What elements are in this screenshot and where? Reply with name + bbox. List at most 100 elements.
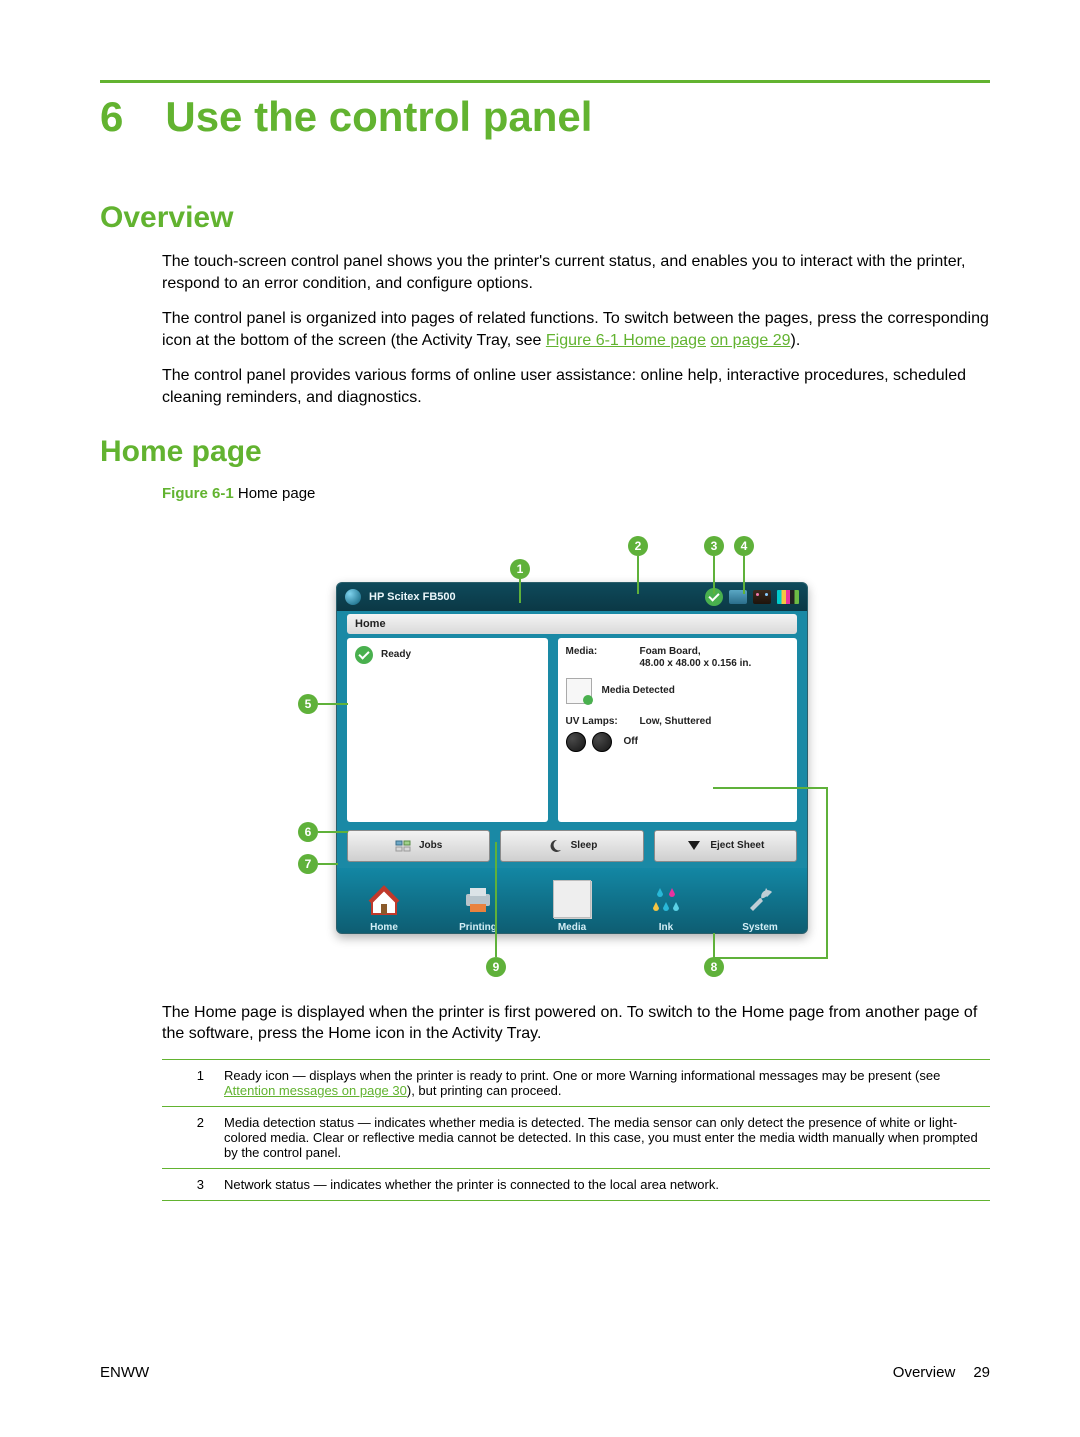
figure-label: Figure 6-1 (162, 485, 234, 502)
ready-text: Ready (381, 649, 411, 660)
media-detected-icon (566, 678, 592, 704)
page-footer: ENWW Overview 29 (100, 1364, 990, 1381)
sleep-label: Sleep (571, 840, 598, 851)
page: 6 Use the control panel Overview The tou… (0, 0, 1080, 1437)
jobs-icon (395, 838, 411, 854)
ink-icon (648, 882, 684, 918)
legend-1-b: ), but printing can proceed. (407, 1083, 562, 1098)
callout-8-line-v (713, 933, 715, 957)
callout-2-line (637, 556, 639, 594)
legend-text-1: Ready icon — displays when the printer i… (214, 1059, 990, 1106)
home-breadcrumb: Home (347, 614, 797, 634)
legend-1-a: Ready icon — displays when the printer i… (224, 1068, 940, 1083)
callout-8: 8 (704, 957, 724, 977)
media-row: Media: Foam Board, 48.00 x 48.00 x 0.156… (566, 646, 790, 670)
moon-icon (547, 838, 563, 854)
link-attention-messages[interactable]: Attention messages on page 30 (224, 1083, 407, 1098)
wrench-icon (742, 882, 778, 918)
panel-title: HP Scitex FB500 (369, 591, 456, 603)
callout-9: 9 (486, 957, 506, 977)
callout-8-line-v2 (826, 787, 828, 957)
footer-right: Overview 29 (893, 1364, 990, 1381)
page-number: 29 (973, 1364, 990, 1381)
link-figure-6-1[interactable]: Figure 6-1 Home page (546, 332, 706, 349)
overview-p2-b: ). (791, 332, 801, 349)
printhead-status-icon (753, 590, 771, 604)
control-panel-screenshot: HP Scitex FB500 Home Read (336, 582, 808, 934)
media-icon (553, 880, 591, 918)
legend-text-3: Network status — indicates whether the p… (214, 1168, 990, 1200)
tray-ink[interactable]: Ink (619, 868, 713, 934)
tray-media[interactable]: Media (525, 868, 619, 934)
uv-lamps: Off (566, 732, 790, 752)
figure-6-1: 1 2 3 4 5 6 7 8 9 (296, 522, 856, 982)
chapter-number: 6 (100, 93, 123, 141)
callout-3: 3 (704, 536, 724, 556)
overview-p1: The touch-screen control panel shows you… (162, 251, 990, 294)
after-figure-text: The Home page is displayed when the prin… (162, 1002, 990, 1045)
callout-9-line (495, 842, 497, 957)
overview-p3: The control panel provides various forms… (162, 365, 990, 408)
legend-idx-2: 2 (162, 1106, 214, 1168)
divider-top (100, 80, 990, 83)
eject-sheet-button[interactable]: Eject Sheet (654, 830, 797, 862)
eject-icon (686, 838, 702, 854)
ready-check-icon (355, 646, 373, 664)
chapter-heading: 6 Use the control panel (100, 93, 990, 141)
titlebar-status-icons (705, 588, 799, 606)
media-value-line1: Foam Board, (640, 646, 752, 658)
ink-level-icon (777, 590, 799, 604)
callout-6-line (318, 831, 348, 833)
jobs-label: Jobs (419, 840, 442, 851)
tray-printing[interactable]: Printing (431, 868, 525, 934)
section-overview-heading: Overview (100, 201, 990, 235)
media-label: Media: (566, 646, 630, 670)
media-value: Foam Board, 48.00 x 48.00 x 0.156 in. (640, 646, 752, 670)
tray-home[interactable]: Home (337, 868, 431, 934)
callout-7-line (318, 863, 338, 865)
tray-media-label: Media (558, 922, 586, 933)
legend-row-1: 1 Ready icon — displays when the printer… (162, 1059, 990, 1106)
footer-left: ENWW (100, 1364, 149, 1381)
callout-1: 1 (510, 559, 530, 579)
uv-lamp-left-icon (566, 732, 586, 752)
legend-text-2: Media detection status — indicates wheth… (214, 1106, 990, 1168)
tray-ink-label: Ink (659, 922, 673, 933)
link-on-page-29[interactable]: on page 29 (710, 332, 790, 349)
uv-label: UV Lamps: (566, 716, 630, 728)
hardware-buttons: Jobs Sleep Eject Sheet (347, 830, 797, 862)
tray-printing-label: Printing (459, 922, 497, 933)
callout-2: 2 (628, 536, 648, 556)
media-value-line2: 48.00 x 48.00 x 0.156 in. (640, 658, 752, 670)
panel-titlebar: HP Scitex FB500 (337, 583, 807, 611)
callout-3-line (713, 556, 715, 594)
tray-system[interactable]: System (713, 868, 807, 934)
uv-off-text: Off (624, 736, 638, 747)
callout-1-line (519, 579, 521, 603)
legend-row-2: 2 Media detection status — indicates whe… (162, 1106, 990, 1168)
homepage-body: Figure 6-1 Home page 1 2 3 4 5 6 7 8 (162, 485, 990, 1201)
tray-system-label: System (742, 922, 778, 933)
figure-caption: Figure 6-1 Home page (162, 485, 990, 502)
legend-idx-1: 1 (162, 1059, 214, 1106)
callout-7: 7 (298, 854, 318, 874)
tray-home-label: Home (370, 922, 398, 933)
eject-label: Eject Sheet (710, 840, 764, 851)
legend-row-3: 3 Network status — indicates whether the… (162, 1168, 990, 1200)
callout-4: 4 (734, 536, 754, 556)
footer-section: Overview (893, 1364, 956, 1381)
hp-logo-icon (345, 589, 361, 605)
callout-5-line (318, 703, 348, 705)
jobs-button[interactable]: Jobs (347, 830, 490, 862)
callout-5: 5 (298, 694, 318, 714)
uv-value: Low, Shuttered (640, 716, 712, 728)
media-detected-text: Media Detected (602, 685, 675, 697)
activity-tray: Home Printing Media (337, 868, 807, 934)
figure-text: Home page (234, 485, 316, 502)
printer-icon (460, 882, 496, 918)
sleep-button[interactable]: Sleep (500, 830, 643, 862)
panel-body: Home Ready Media: Foa (337, 611, 807, 868)
callout-6: 6 (298, 822, 318, 842)
legend-idx-3: 3 (162, 1168, 214, 1200)
media-detected-row: Media Detected (566, 678, 790, 704)
